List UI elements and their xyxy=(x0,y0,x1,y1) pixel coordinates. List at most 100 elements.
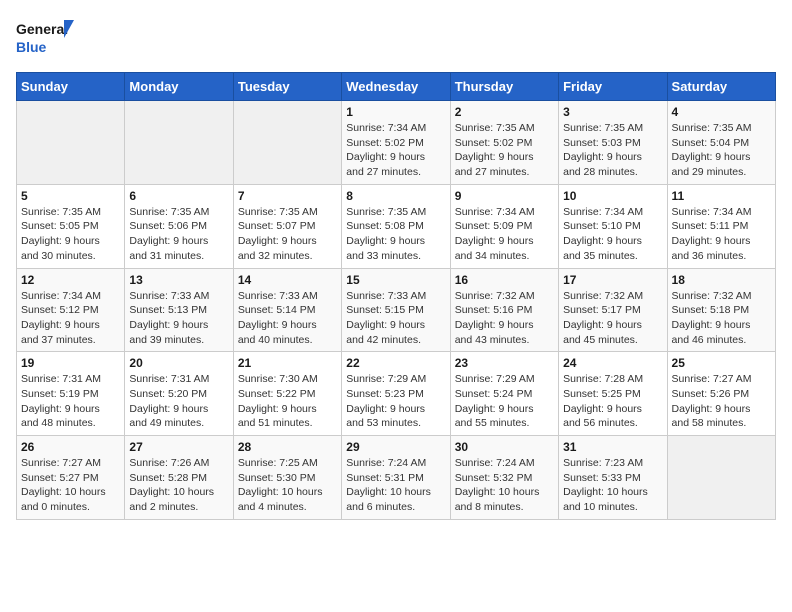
calendar-week-row: 12 Sunrise: 7:34 AM Sunset: 5:12 PM Dayli… xyxy=(17,268,776,352)
day-number: 24 xyxy=(563,356,662,370)
day-info: Sunrise: 7:33 AM Sunset: 5:13 PM Dayligh… xyxy=(129,289,228,348)
day-info: Sunrise: 7:31 AM Sunset: 5:19 PM Dayligh… xyxy=(21,372,120,431)
day-info: Sunrise: 7:35 AM Sunset: 5:08 PM Dayligh… xyxy=(346,205,445,264)
svg-text:General: General xyxy=(16,21,68,37)
day-number: 3 xyxy=(563,105,662,119)
day-number: 5 xyxy=(21,189,120,203)
calendar-cell: 15 Sunrise: 7:33 AM Sunset: 5:15 PM Dayli… xyxy=(342,268,450,352)
calendar-cell: 4 Sunrise: 7:35 AM Sunset: 5:04 PM Daylig… xyxy=(667,101,775,185)
day-number: 22 xyxy=(346,356,445,370)
day-info: Sunrise: 7:33 AM Sunset: 5:15 PM Dayligh… xyxy=(346,289,445,348)
day-number: 12 xyxy=(21,273,120,287)
calendar-cell: 22 Sunrise: 7:29 AM Sunset: 5:23 PM Dayli… xyxy=(342,352,450,436)
calendar-cell: 7 Sunrise: 7:35 AM Sunset: 5:07 PM Daylig… xyxy=(233,184,341,268)
weekday-header-monday: Monday xyxy=(125,73,233,101)
day-info: Sunrise: 7:32 AM Sunset: 5:16 PM Dayligh… xyxy=(455,289,554,348)
day-number: 13 xyxy=(129,273,228,287)
calendar-cell: 26 Sunrise: 7:27 AM Sunset: 5:27 PM Dayli… xyxy=(17,436,125,520)
day-number: 1 xyxy=(346,105,445,119)
day-info: Sunrise: 7:35 AM Sunset: 5:02 PM Dayligh… xyxy=(455,121,554,180)
day-number: 8 xyxy=(346,189,445,203)
day-number: 11 xyxy=(672,189,771,203)
day-number: 18 xyxy=(672,273,771,287)
weekday-header-friday: Friday xyxy=(559,73,667,101)
day-info: Sunrise: 7:29 AM Sunset: 5:24 PM Dayligh… xyxy=(455,372,554,431)
day-info: Sunrise: 7:26 AM Sunset: 5:28 PM Dayligh… xyxy=(129,456,228,515)
calendar-cell: 2Sunrise: 7:35 AM Sunset: 5:02 PM Daylig… xyxy=(450,101,558,185)
calendar-cell: 30 Sunrise: 7:24 AM Sunset: 5:32 PM Dayli… xyxy=(450,436,558,520)
calendar-cell: 3 Sunrise: 7:35 AM Sunset: 5:03 PM Daylig… xyxy=(559,101,667,185)
day-number: 7 xyxy=(238,189,337,203)
weekday-header-tuesday: Tuesday xyxy=(233,73,341,101)
calendar-cell: 17 Sunrise: 7:32 AM Sunset: 5:17 PM Dayli… xyxy=(559,268,667,352)
day-info: Sunrise: 7:24 AM Sunset: 5:32 PM Dayligh… xyxy=(455,456,554,515)
day-number: 30 xyxy=(455,440,554,454)
day-info: Sunrise: 7:35 AM Sunset: 5:03 PM Dayligh… xyxy=(563,121,662,180)
calendar-cell: 19Sunrise: 7:31 AM Sunset: 5:19 PM Dayli… xyxy=(17,352,125,436)
day-number: 15 xyxy=(346,273,445,287)
day-number: 14 xyxy=(238,273,337,287)
day-info: Sunrise: 7:31 AM Sunset: 5:20 PM Dayligh… xyxy=(129,372,228,431)
calendar-cell: 16Sunrise: 7:32 AM Sunset: 5:16 PM Dayli… xyxy=(450,268,558,352)
calendar-cell: 10Sunrise: 7:34 AM Sunset: 5:10 PM Dayli… xyxy=(559,184,667,268)
calendar-cell: 31 Sunrise: 7:23 AM Sunset: 5:33 PM Dayli… xyxy=(559,436,667,520)
calendar-cell: 5 Sunrise: 7:35 AM Sunset: 5:05 PM Daylig… xyxy=(17,184,125,268)
day-info: Sunrise: 7:23 AM Sunset: 5:33 PM Dayligh… xyxy=(563,456,662,515)
calendar-cell: 29 Sunrise: 7:24 AM Sunset: 5:31 PM Dayli… xyxy=(342,436,450,520)
calendar-week-row: 19Sunrise: 7:31 AM Sunset: 5:19 PM Dayli… xyxy=(17,352,776,436)
day-info: Sunrise: 7:28 AM Sunset: 5:25 PM Dayligh… xyxy=(563,372,662,431)
calendar-cell xyxy=(233,101,341,185)
calendar-cell: 25Sunrise: 7:27 AM Sunset: 5:26 PM Dayli… xyxy=(667,352,775,436)
calendar-week-row: 26 Sunrise: 7:27 AM Sunset: 5:27 PM Dayli… xyxy=(17,436,776,520)
calendar-cell: 24 Sunrise: 7:28 AM Sunset: 5:25 PM Dayli… xyxy=(559,352,667,436)
day-info: Sunrise: 7:34 AM Sunset: 5:09 PM Dayligh… xyxy=(455,205,554,264)
weekday-header-row: SundayMondayTuesdayWednesdayThursdayFrid… xyxy=(17,73,776,101)
logo-svg: General Blue xyxy=(16,16,76,60)
calendar-cell: 8 Sunrise: 7:35 AM Sunset: 5:08 PM Daylig… xyxy=(342,184,450,268)
calendar-cell: 28Sunrise: 7:25 AM Sunset: 5:30 PM Dayli… xyxy=(233,436,341,520)
day-info: Sunrise: 7:34 AM Sunset: 5:12 PM Dayligh… xyxy=(21,289,120,348)
calendar-cell xyxy=(667,436,775,520)
day-info: Sunrise: 7:27 AM Sunset: 5:27 PM Dayligh… xyxy=(21,456,120,515)
page-header: General Blue xyxy=(16,16,776,60)
day-number: 17 xyxy=(563,273,662,287)
day-info: Sunrise: 7:25 AM Sunset: 5:30 PM Dayligh… xyxy=(238,456,337,515)
day-number: 10 xyxy=(563,189,662,203)
day-info: Sunrise: 7:35 AM Sunset: 5:07 PM Dayligh… xyxy=(238,205,337,264)
calendar-cell: 18Sunrise: 7:32 AM Sunset: 5:18 PM Dayli… xyxy=(667,268,775,352)
day-number: 29 xyxy=(346,440,445,454)
day-info: Sunrise: 7:35 AM Sunset: 5:06 PM Dayligh… xyxy=(129,205,228,264)
calendar-cell: 9Sunrise: 7:34 AM Sunset: 5:09 PM Daylig… xyxy=(450,184,558,268)
calendar-cell xyxy=(17,101,125,185)
day-info: Sunrise: 7:34 AM Sunset: 5:11 PM Dayligh… xyxy=(672,205,771,264)
day-number: 4 xyxy=(672,105,771,119)
day-number: 21 xyxy=(238,356,337,370)
day-info: Sunrise: 7:24 AM Sunset: 5:31 PM Dayligh… xyxy=(346,456,445,515)
day-number: 23 xyxy=(455,356,554,370)
day-number: 25 xyxy=(672,356,771,370)
calendar-cell: 1 Sunrise: 7:34 AM Sunset: 5:02 PM Daylig… xyxy=(342,101,450,185)
day-info: Sunrise: 7:34 AM Sunset: 5:02 PM Dayligh… xyxy=(346,121,445,180)
day-info: Sunrise: 7:29 AM Sunset: 5:23 PM Dayligh… xyxy=(346,372,445,431)
weekday-header-sunday: Sunday xyxy=(17,73,125,101)
calendar-week-row: 5 Sunrise: 7:35 AM Sunset: 5:05 PM Daylig… xyxy=(17,184,776,268)
calendar-cell: 13 Sunrise: 7:33 AM Sunset: 5:13 PM Dayli… xyxy=(125,268,233,352)
day-info: Sunrise: 7:35 AM Sunset: 5:05 PM Dayligh… xyxy=(21,205,120,264)
svg-text:Blue: Blue xyxy=(16,39,47,55)
calendar-table: SundayMondayTuesdayWednesdayThursdayFrid… xyxy=(16,72,776,520)
calendar-cell: 11 Sunrise: 7:34 AM Sunset: 5:11 PM Dayli… xyxy=(667,184,775,268)
day-number: 26 xyxy=(21,440,120,454)
day-info: Sunrise: 7:32 AM Sunset: 5:17 PM Dayligh… xyxy=(563,289,662,348)
logo: General Blue xyxy=(16,16,76,60)
day-number: 31 xyxy=(563,440,662,454)
calendar-cell: 14 Sunrise: 7:33 AM Sunset: 5:14 PM Dayli… xyxy=(233,268,341,352)
calendar-cell: 12 Sunrise: 7:34 AM Sunset: 5:12 PM Dayli… xyxy=(17,268,125,352)
day-number: 6 xyxy=(129,189,228,203)
weekday-header-wednesday: Wednesday xyxy=(342,73,450,101)
calendar-cell: 21Sunrise: 7:30 AM Sunset: 5:22 PM Dayli… xyxy=(233,352,341,436)
day-info: Sunrise: 7:33 AM Sunset: 5:14 PM Dayligh… xyxy=(238,289,337,348)
day-info: Sunrise: 7:35 AM Sunset: 5:04 PM Dayligh… xyxy=(672,121,771,180)
calendar-cell: 6 Sunrise: 7:35 AM Sunset: 5:06 PM Daylig… xyxy=(125,184,233,268)
calendar-cell: 27Sunrise: 7:26 AM Sunset: 5:28 PM Dayli… xyxy=(125,436,233,520)
calendar-cell xyxy=(125,101,233,185)
